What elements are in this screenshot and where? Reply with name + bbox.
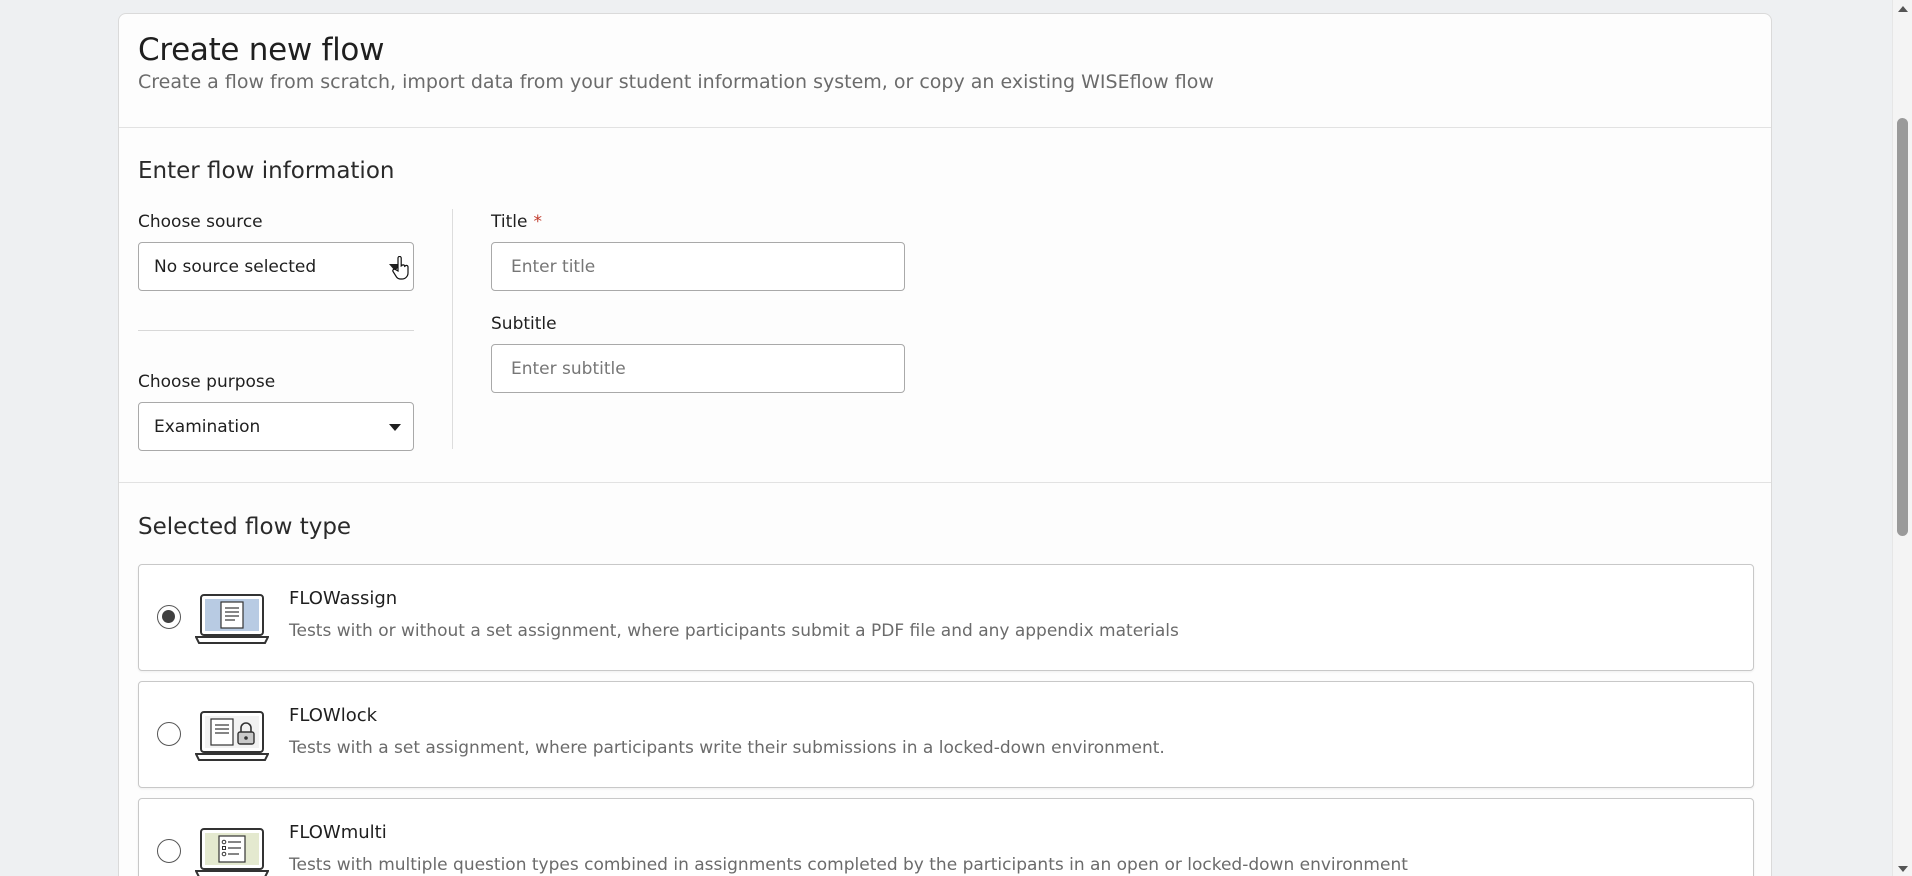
flow-option-flowassign[interactable]: FLOWassign Tests with or without a set a… (138, 564, 1754, 671)
radio-flowassign[interactable] (157, 605, 181, 629)
required-marker: * (533, 212, 542, 232)
create-flow-card: Create new flow Create a flow from scrat… (118, 13, 1772, 876)
source-purpose-divider (138, 330, 414, 331)
laptop-document-icon (195, 594, 269, 644)
flow-info-heading: Enter flow information (138, 158, 395, 184)
scrollbar-thumb[interactable] (1897, 118, 1908, 536)
source-select[interactable]: No source selected (138, 242, 414, 291)
flow-option-name: FLOWlock (289, 705, 378, 726)
chevron-down-icon (389, 264, 401, 271)
flow-option-flowmulti[interactable]: FLOWmulti Tests with multiple question t… (138, 798, 1754, 876)
page-title: Create new flow (138, 32, 385, 68)
laptop-checklist-icon (195, 828, 269, 876)
title-label: Title * (491, 212, 542, 232)
flow-type-heading: Selected flow type (138, 514, 352, 540)
page-subtitle: Create a flow from scratch, import data … (138, 71, 1214, 93)
subtitle-label: Subtitle (491, 314, 557, 334)
flow-option-flowlock[interactable]: FLOWlock Tests with a set assignment, wh… (138, 681, 1754, 788)
scroll-up-arrow-icon[interactable] (1898, 6, 1908, 12)
flow-option-description: Tests with or without a set assignment, … (289, 621, 1179, 641)
header-divider (119, 127, 1771, 128)
flow-option-description: Tests with multiple question types combi… (289, 855, 1408, 875)
purpose-select[interactable]: Examination (138, 402, 414, 451)
column-divider (452, 209, 453, 449)
flow-option-name: FLOWassign (289, 588, 398, 609)
flow-option-description: Tests with a set assignment, where parti… (289, 738, 1165, 758)
choose-purpose-label: Choose purpose (138, 372, 276, 392)
radio-flowlock[interactable] (157, 722, 181, 746)
scroll-down-arrow-icon[interactable] (1898, 866, 1908, 872)
chevron-down-icon (389, 424, 401, 431)
subtitle-input[interactable] (491, 344, 905, 393)
purpose-select-value: Examination (154, 416, 261, 437)
choose-source-label: Choose source (138, 212, 263, 232)
section-divider (119, 482, 1771, 483)
laptop-lock-icon (195, 711, 269, 761)
flow-option-name: FLOWmulti (289, 822, 387, 843)
radio-flowmulti[interactable] (157, 839, 181, 863)
title-input[interactable] (491, 242, 905, 291)
title-label-text: Title (491, 212, 528, 232)
source-select-value: No source selected (154, 256, 317, 277)
page-scrollbar[interactable] (1892, 0, 1912, 876)
